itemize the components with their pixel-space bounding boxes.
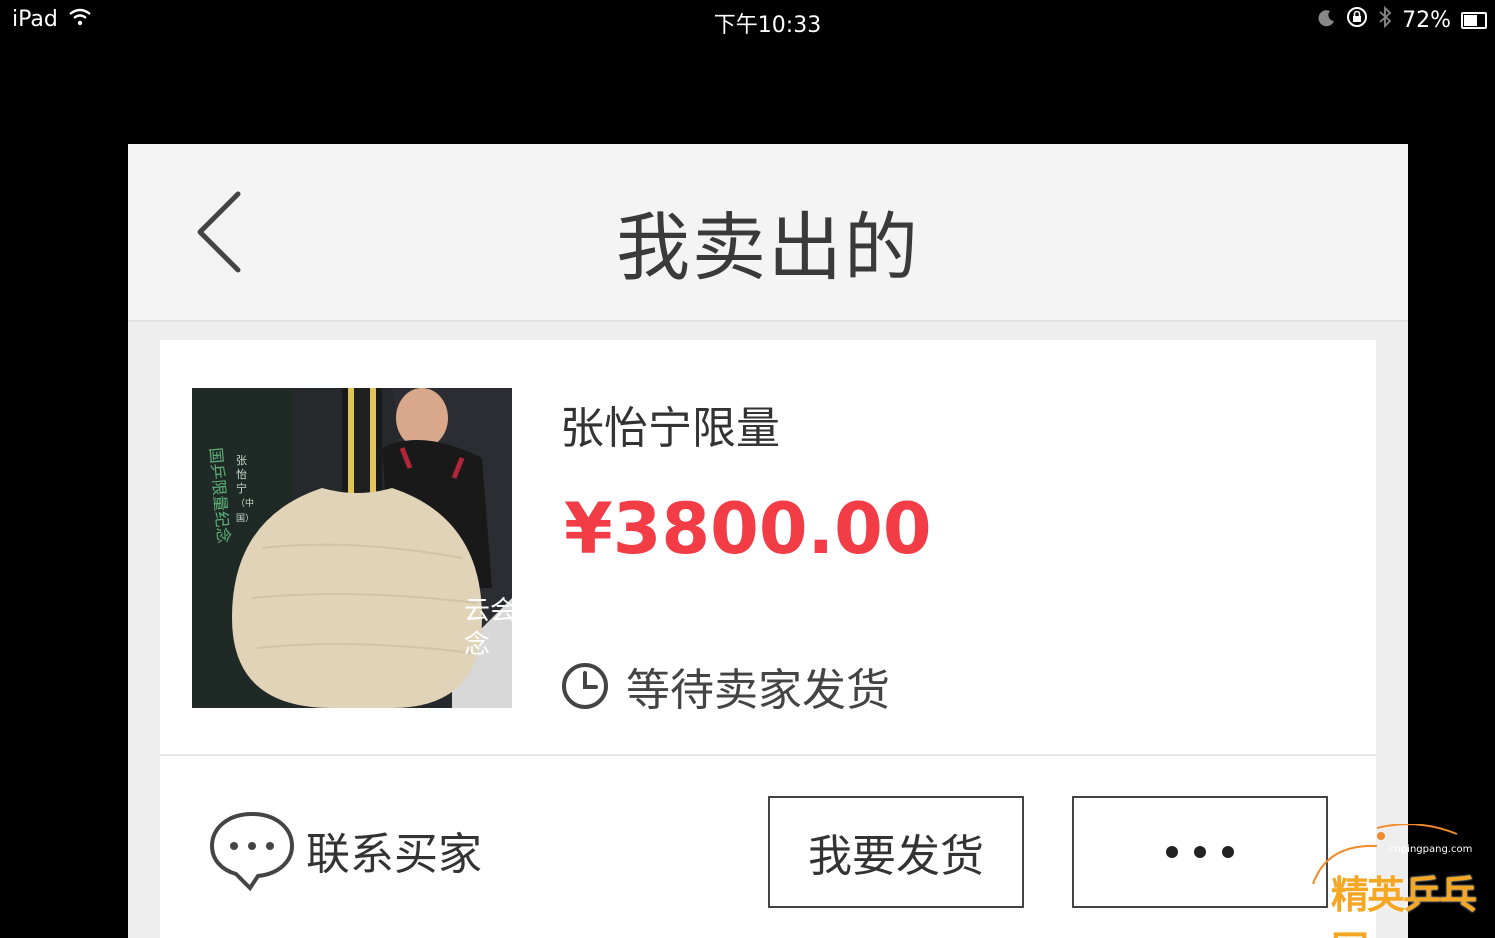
page-title: 我卖出的 bbox=[616, 205, 920, 291]
thumb-side-text: 云会 念 bbox=[464, 596, 512, 660]
product-title[interactable]: 张怡宁限量 bbox=[560, 392, 780, 456]
bluetooth-icon bbox=[1378, 5, 1392, 34]
chat-bubble-icon bbox=[209, 811, 295, 892]
battery-fill bbox=[1464, 14, 1477, 26]
clock-icon bbox=[562, 663, 608, 709]
product-price: ¥3800.00 bbox=[564, 488, 932, 570]
watermark-site: cnpingpang.com bbox=[1389, 844, 1473, 855]
order-card[interactable]: 国乒限量纪念 张 怡 宁 （中国） 云会 念 张怡宁限量 ¥3800.00 等待… bbox=[160, 340, 1376, 938]
thumb-caption: 张 怡 宁 （中国） bbox=[236, 454, 255, 524]
app-panel: 我卖出的 国乒限量纪念 张 怡 宁 （中国） 云会 念 张怡宁限量 ¥3800.… bbox=[128, 144, 1408, 938]
watermark-label: 精英乒乓网 bbox=[1331, 873, 1477, 938]
more-dots-icon bbox=[1166, 846, 1234, 858]
battery-icon bbox=[1461, 11, 1487, 29]
moon-icon bbox=[1318, 8, 1336, 33]
site-watermark: cnpingpang.com 精英乒乓网 bbox=[1307, 823, 1489, 938]
status-time: 下午10:33 bbox=[713, 13, 822, 38]
contact-buyer-label: 联系买家 bbox=[306, 829, 482, 880]
more-button[interactable] bbox=[1072, 796, 1328, 908]
battery-percent: 72% bbox=[1402, 7, 1451, 33]
product-thumbnail[interactable]: 国乒限量纪念 张 怡 宁 （中国） 云会 念 bbox=[192, 388, 512, 708]
rotation-lock-icon bbox=[1346, 6, 1368, 34]
card-divider bbox=[160, 754, 1376, 756]
order-status: 等待卖家发货 bbox=[560, 654, 890, 718]
nav-bar: 我卖出的 bbox=[128, 144, 1408, 322]
ship-button[interactable]: 我要发货 bbox=[768, 796, 1024, 908]
status-bar-right: 72% bbox=[1318, 5, 1487, 34]
status-bar: iPad 下午10:33 72% bbox=[0, 0, 1495, 42]
order-status-text: 等待卖家发货 bbox=[626, 665, 890, 716]
ipad-screen: iPad 下午10:33 72% 我卖出的 国乒限量纪念 张 怡 宁 （中国） … bbox=[0, 0, 1495, 938]
contact-buyer-button[interactable]: 联系买家 bbox=[208, 808, 482, 892]
